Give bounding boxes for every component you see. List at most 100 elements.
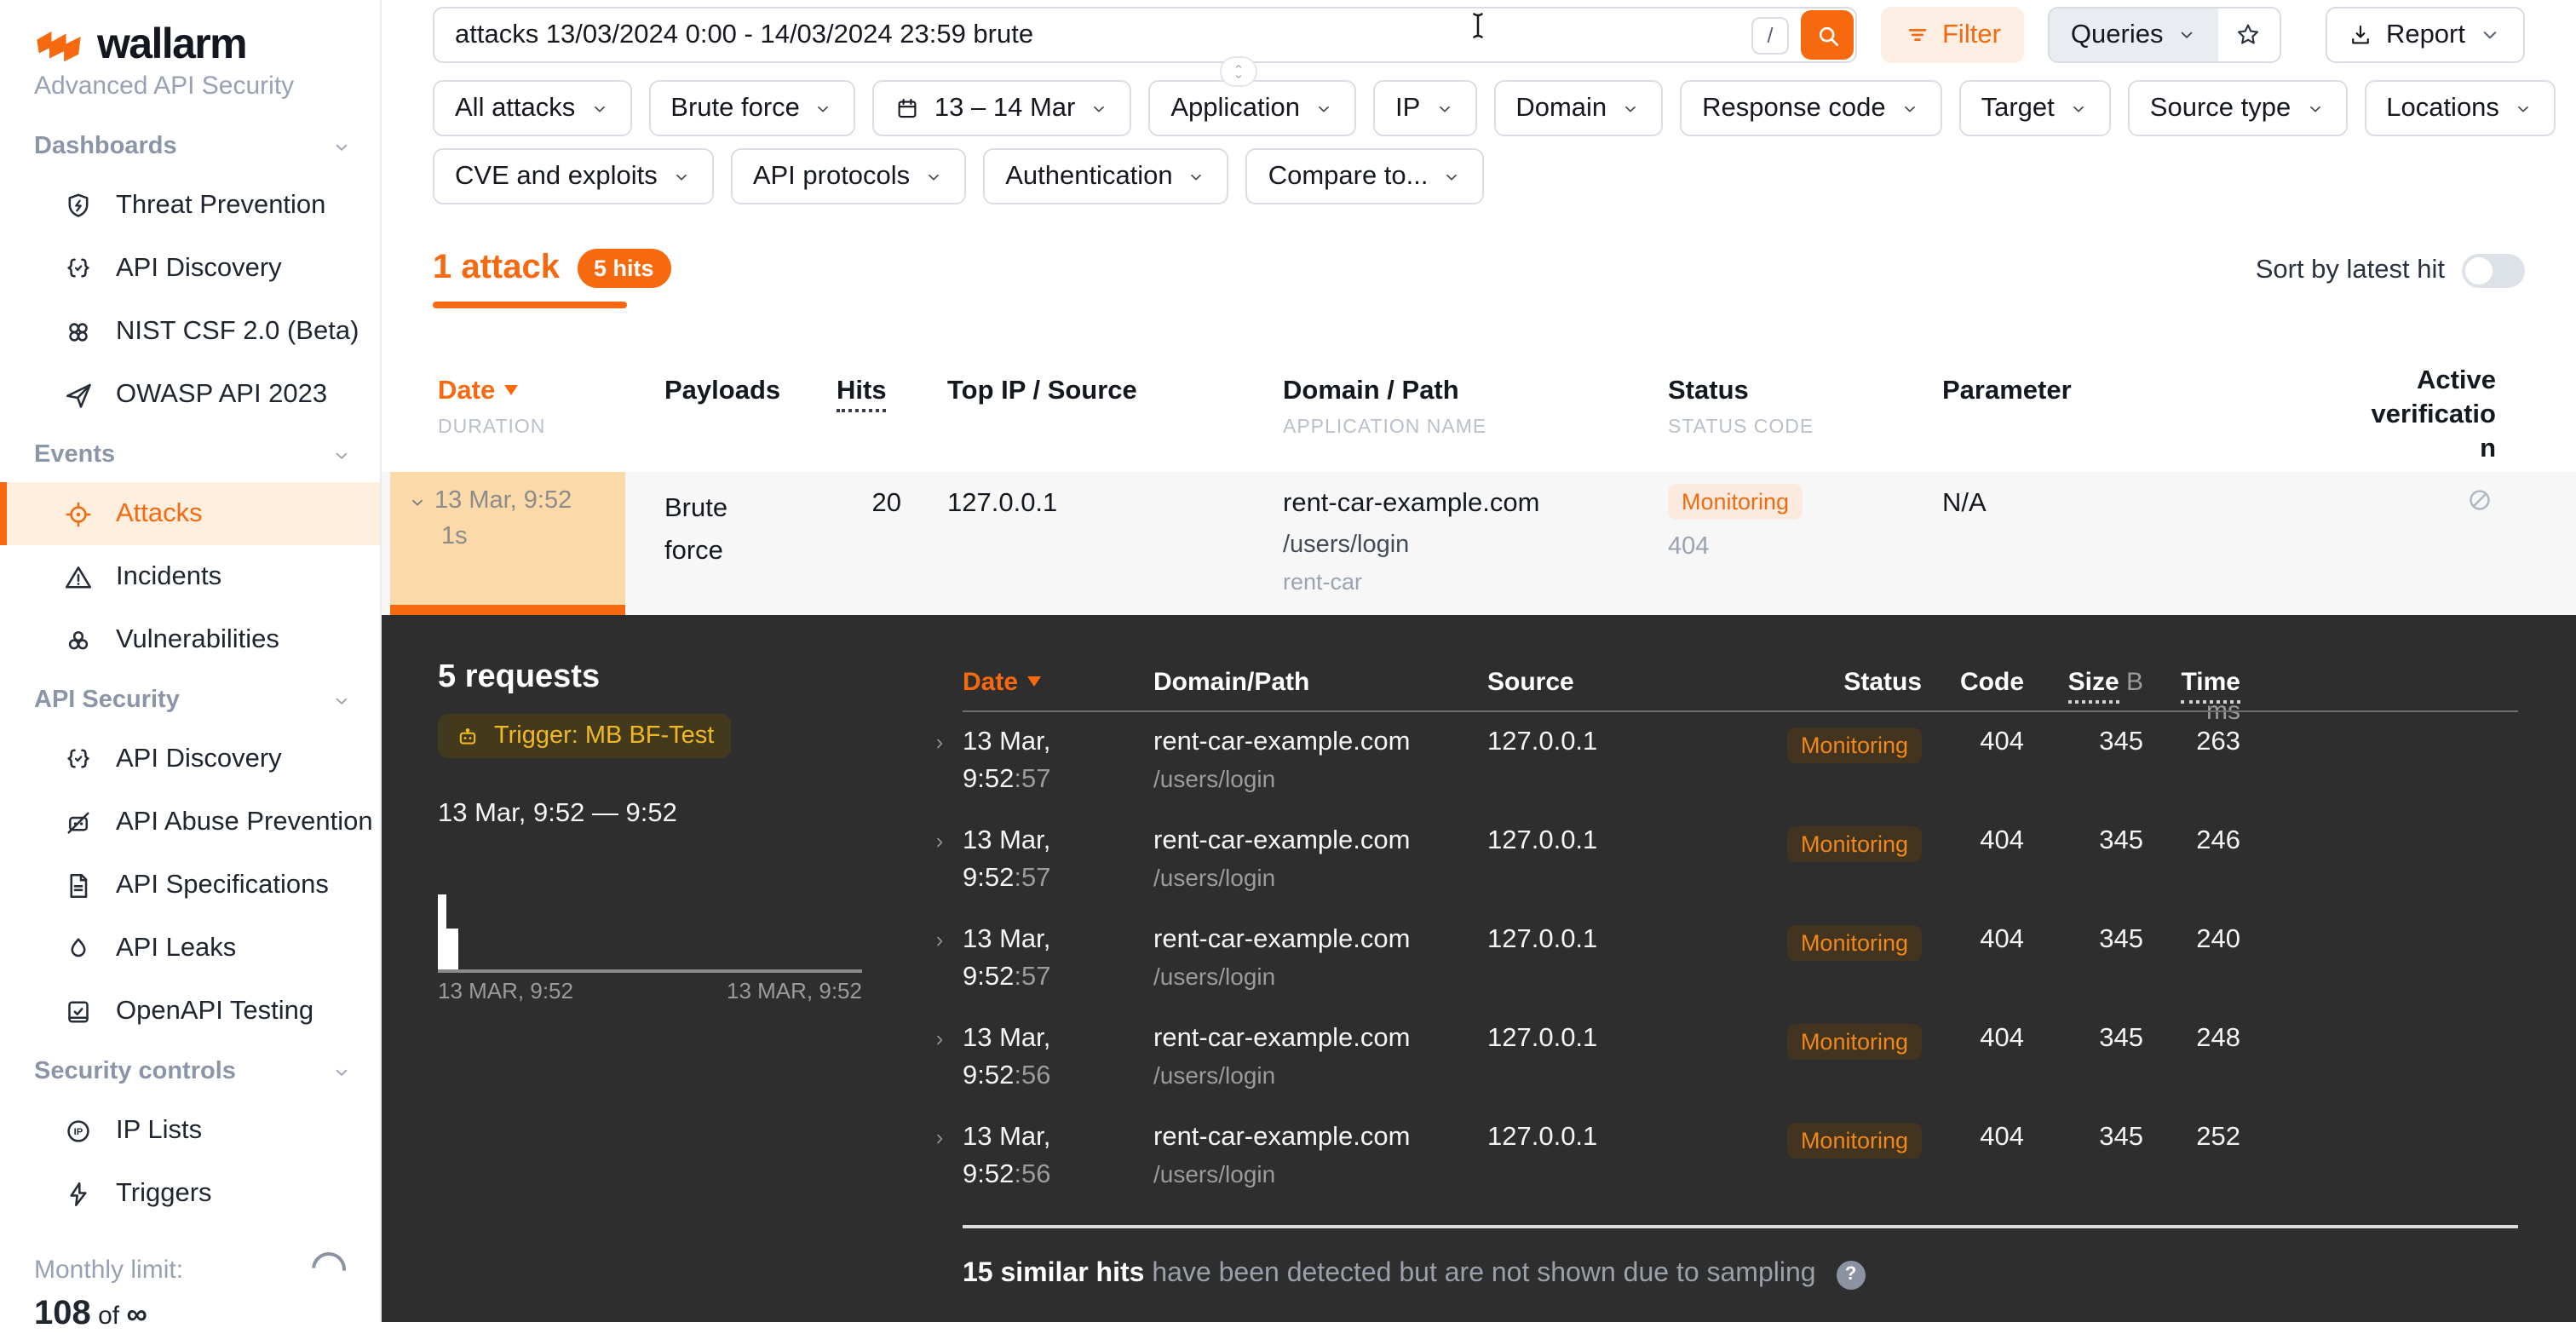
filter-chip-cve-exploits[interactable]: CVE and exploits — [433, 148, 714, 204]
chevron-down-icon — [1232, 72, 1245, 82]
sidebar-item-triggers[interactable]: Triggers — [0, 1162, 380, 1225]
help-icon[interactable]: ? — [1837, 1260, 1866, 1289]
filter-row-1: All attacks Brute force 13 – 14 Mar Appl… — [433, 80, 2556, 136]
sidebar-item-nist-csf[interactable]: NIST CSF 2.0 (Beta) — [0, 300, 380, 363]
chevron-down-icon — [1434, 98, 1454, 118]
attack-hits: 20 — [828, 489, 901, 520]
results-tab[interactable]: 1 attack 5 hits — [433, 249, 671, 288]
filter-chip-response-code[interactable]: Response code — [1680, 80, 1941, 136]
loading-spinner-icon — [305, 1245, 353, 1293]
brand-subtitle: Advanced API Security — [0, 70, 380, 101]
attack-row[interactable]: 13 Mar, 9:52 1s Brute force 20 127.0.0.1… — [382, 472, 2576, 615]
request-status-badge: Monitoring — [1787, 1024, 1922, 1060]
attack-date-cell[interactable]: 13 Mar, 9:52 1s — [390, 472, 625, 605]
sidebar-item-openapi-testing[interactable]: OpenAPI Testing — [0, 980, 380, 1043]
chevron-down-icon — [1620, 98, 1641, 118]
monthly-limit-value: 108 — [34, 1295, 91, 1332]
filter-chip-api-protocols[interactable]: API protocols — [731, 148, 966, 204]
filter-button[interactable]: Filter — [1881, 7, 2025, 63]
request-row[interactable]: 13 Mar, 9:52:57 rent-car-example.com/use… — [963, 925, 2518, 993]
queries-button[interactable]: Queries — [2050, 9, 2218, 61]
search-button[interactable] — [1801, 10, 1854, 60]
col-subheader-application: APPLICATION NAME — [1283, 417, 1486, 438]
filter-chip-authentication[interactable]: Authentication — [983, 148, 1229, 204]
request-status-badge: Monitoring — [1787, 1123, 1922, 1159]
report-button[interactable]: Report — [2326, 7, 2525, 63]
chevron-down-icon — [923, 166, 944, 187]
req-col-date[interactable]: Date — [963, 668, 1153, 726]
search-icon — [1814, 21, 1841, 49]
trigger-badge[interactable]: Trigger: MB BF-Test — [438, 714, 731, 758]
chart-baseline — [438, 969, 862, 972]
attack-parameter: N/A — [1942, 489, 1987, 520]
sidebar-item-label: Incidents — [116, 561, 221, 592]
sidebar-item-api-specifications[interactable]: API Specifications — [0, 854, 380, 917]
sidebar-item-label: OWASP API 2023 — [116, 379, 327, 410]
chevron-down-icon — [331, 135, 353, 158]
book-check-icon — [63, 996, 94, 1026]
brand-logo[interactable]: wallarm — [0, 0, 380, 70]
request-row[interactable]: 13 Mar, 9:52:56 rent-car-example.com/use… — [963, 1123, 2518, 1191]
sidebar-item-api-leaks[interactable]: API Leaks — [0, 917, 380, 980]
nav-section-security-controls[interactable]: Security controls — [0, 1043, 380, 1099]
sidebar-item-api-discovery-2[interactable]: API Discovery — [0, 727, 380, 791]
search-expand-handle[interactable] — [1220, 56, 1257, 87]
brand-name: wallarm — [97, 20, 246, 70]
col-header-hits[interactable]: Hits — [837, 377, 887, 407]
nav-section-dashboards[interactable]: Dashboards — [0, 118, 380, 174]
filter-chip-brute-force[interactable]: Brute force — [648, 80, 856, 136]
sidebar-item-ip-lists[interactable]: IP Lists — [0, 1099, 380, 1162]
filter-chip-target[interactable]: Target — [1959, 80, 2111, 136]
slash-shortcut-hint: / — [1751, 17, 1789, 55]
sidebar-item-owasp-api[interactable]: OWASP API 2023 — [0, 363, 380, 426]
request-row[interactable]: 13 Mar, 9:52:56 rent-car-example.com/use… — [963, 1024, 2518, 1092]
queries-group: Queries — [2049, 7, 2281, 63]
nav-section-label: API Security — [34, 687, 180, 714]
favorite-query-button[interactable] — [2217, 9, 2279, 61]
shield-bolt-icon — [63, 190, 94, 221]
sidebar-item-label: IP Lists — [116, 1115, 202, 1146]
sidebar-item-label: API Discovery — [116, 253, 282, 284]
filter-chip-application[interactable]: Application — [1148, 80, 1356, 136]
sidebar-item-vulnerabilities[interactable]: Vulnerabilities — [0, 608, 380, 671]
sidebar-item-incidents[interactable]: Incidents — [0, 545, 380, 608]
col-header-date[interactable]: Date — [438, 377, 517, 407]
sidebar: wallarm Advanced API Security Dashboards… — [0, 0, 382, 1322]
filter-chip-all-attacks[interactable]: All attacks — [433, 80, 631, 136]
nav-section-events[interactable]: Events — [0, 426, 380, 482]
filter-chip-ip[interactable]: IP — [1373, 80, 1476, 136]
queries-button-label: Queries — [2071, 20, 2164, 50]
sort-caret-down-icon — [503, 385, 517, 395]
chevron-down-icon — [2304, 98, 2325, 118]
filter-chip-compare-to[interactable]: Compare to... — [1246, 148, 1485, 204]
chevron-down-icon — [2477, 22, 2503, 48]
warning-icon — [63, 561, 94, 592]
text-cursor-icon — [1469, 10, 1487, 41]
target-icon — [63, 498, 94, 529]
chevron-up-icon — [1232, 61, 1245, 72]
nav-section-api-security[interactable]: API Security — [0, 671, 380, 727]
sidebar-item-api-discovery[interactable]: API Discovery — [0, 237, 380, 300]
paper-plane-icon — [63, 379, 94, 410]
nav-section-label: Dashboards — [34, 133, 177, 160]
col-header-parameter: Parameter — [1942, 377, 2072, 407]
search-input[interactable] — [433, 7, 1857, 63]
blocked-circle-icon[interactable] — [2465, 486, 2494, 515]
req-col-size[interactable]: Size B — [2024, 668, 2143, 726]
sidebar-item-attacks[interactable]: Attacks — [0, 482, 380, 545]
filter-chip-date-range[interactable]: 13 – 14 Mar — [873, 80, 1131, 136]
star-icon — [2234, 20, 2263, 49]
sidebar-item-api-abuse-prevention[interactable]: API Abuse Prevention — [0, 791, 380, 854]
req-col-time[interactable]: Time ms — [2143, 668, 2240, 726]
col-subheader-duration: DURATION — [438, 417, 545, 438]
attack-status-badge: Monitoring — [1668, 484, 1803, 520]
chevron-right-icon — [930, 1031, 949, 1049]
toggle-knob — [2465, 257, 2493, 285]
request-row[interactable]: 13 Mar, 9:52:57 rent-car-example.com/use… — [963, 727, 2518, 796]
sidebar-item-threat-prevention[interactable]: Threat Prevention — [0, 174, 380, 237]
filter-chip-domain[interactable]: Domain — [1493, 80, 1663, 136]
request-row[interactable]: 13 Mar, 9:52:57 rent-car-example.com/use… — [963, 826, 2518, 894]
sort-toggle[interactable] — [2462, 254, 2525, 288]
filter-chip-locations[interactable]: Locations — [2364, 80, 2556, 136]
filter-chip-source-type[interactable]: Source type — [2128, 80, 2347, 136]
